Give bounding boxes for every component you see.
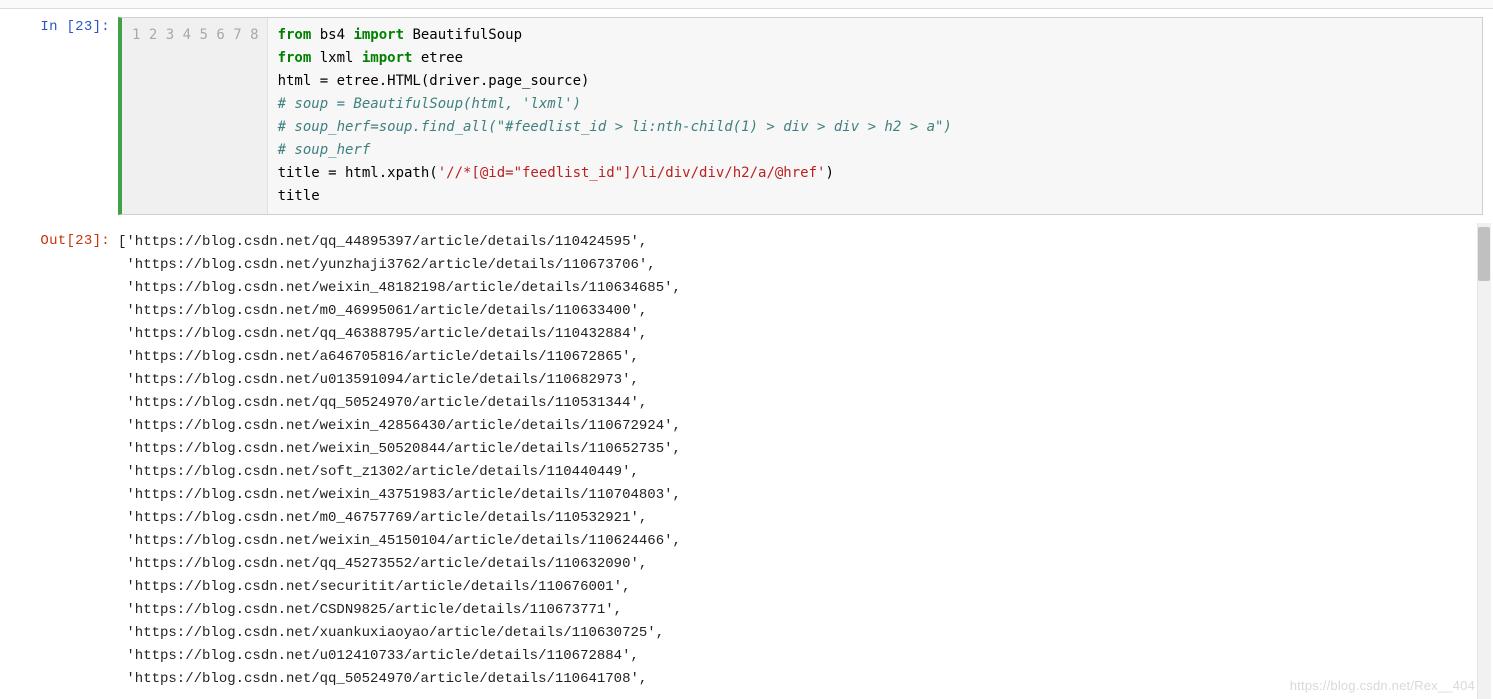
string-literal: '//*[@id="feedlist_id"]/li/div/div/h2/a/… [438, 165, 826, 181]
output-body[interactable]: ['https://blog.csdn.net/qq_44895397/arti… [116, 223, 1493, 699]
kw-from: from [278, 27, 312, 43]
code-line: title = html.xpath( [278, 165, 438, 181]
code-body[interactable]: from bs4 import BeautifulSoup from lxml … [268, 18, 1482, 214]
top-bar [0, 0, 1493, 9]
code-line: ) [825, 165, 833, 181]
scroll-track[interactable] [1477, 223, 1491, 699]
code-line: html = etree.HTML(driver.page_source) [278, 73, 590, 89]
line-gutter: 1 2 3 4 5 6 7 8 [122, 18, 268, 214]
input-cell: In [23]: 1 2 3 4 5 6 7 8 from bs4 import… [0, 9, 1493, 223]
kw-from: from [278, 50, 312, 66]
scrollbar[interactable] [1477, 223, 1491, 699]
comment-line: # soup_herf [278, 142, 371, 158]
scroll-thumb[interactable] [1478, 227, 1490, 281]
kw-import: import [362, 50, 413, 66]
comment-line: # soup = BeautifulSoup(html, 'lxml') [278, 96, 581, 112]
kw-import: import [353, 27, 404, 43]
comment-line: # soup_herf=soup.find_all("#feedlist_id … [278, 119, 952, 135]
in-prompt: In [23]: [0, 9, 116, 35]
code-line: title [278, 188, 320, 204]
output-cell: Out[23]: ['https://blog.csdn.net/qq_4489… [0, 223, 1493, 699]
code-input-area[interactable]: 1 2 3 4 5 6 7 8 from bs4 import Beautifu… [118, 17, 1483, 215]
out-prompt: Out[23]: [0, 223, 116, 249]
